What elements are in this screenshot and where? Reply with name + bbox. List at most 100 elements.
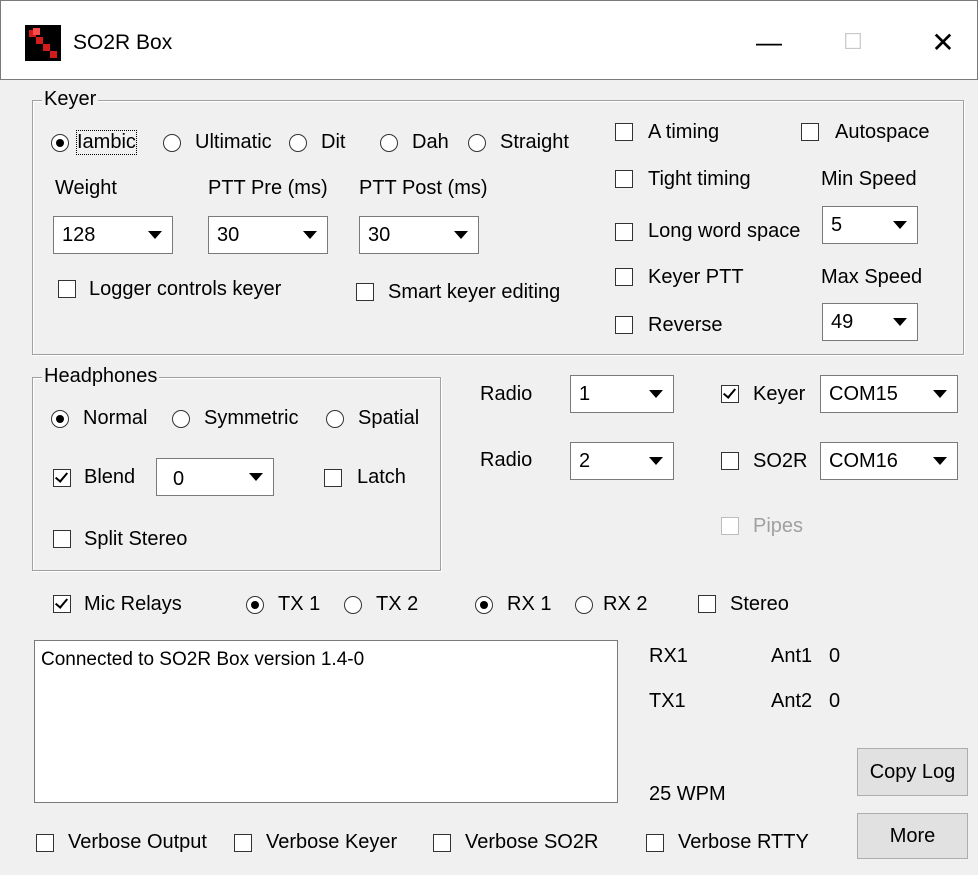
so2r-port-select[interactable]: COM16 [820,442,958,480]
copy-log-button[interactable]: Copy Log [857,748,968,796]
rx-status: RX1 [649,645,688,667]
blend-value: 0 [173,468,185,490]
a-timing-checkbox[interactable] [615,123,633,141]
logger-controls-label[interactable]: Logger controls keyer [89,278,281,301]
ptt-pre-value: 30 [217,224,240,246]
latch-label[interactable]: Latch [357,466,406,489]
minimize-button[interactable]: — [739,21,799,63]
keyer-port-checkbox[interactable] [721,385,739,403]
iambic-radio[interactable] [51,134,69,152]
verbose-output-label[interactable]: Verbose Output [68,831,207,854]
so2r-port-label[interactable]: SO2R [753,450,807,473]
normal-label[interactable]: Normal [83,407,147,430]
ultimatic-radio[interactable] [163,134,181,152]
dah-radio[interactable] [380,134,398,152]
pipes-checkbox [721,517,739,535]
blend-label[interactable]: Blend [84,466,135,489]
verbose-keyer-label[interactable]: Verbose Keyer [266,831,397,854]
chevron-down-icon[interactable] [925,378,955,410]
stereo-checkbox[interactable] [698,595,716,613]
more-button[interactable]: More [857,813,968,859]
log-textarea[interactable]: Connected to SO2R Box version 1.4-0 [34,640,618,803]
symmetric-radio[interactable] [172,410,190,428]
maximize-button[interactable]: ☐ [823,21,883,63]
chevron-down-icon[interactable] [885,306,915,338]
split-stereo-checkbox[interactable] [53,530,71,548]
ultimatic-label[interactable]: Ultimatic [195,131,272,154]
verbose-rtty-checkbox[interactable] [646,834,664,852]
blend-checkbox[interactable] [53,469,71,487]
reverse-checkbox[interactable] [615,316,633,334]
smart-editing-label[interactable]: Smart keyer editing [388,281,560,304]
ant2-label: Ant2 [771,690,813,712]
tight-timing-label[interactable]: Tight timing [648,168,751,191]
chevron-down-icon[interactable] [446,219,476,251]
ptt-pre-label: PTT Pre (ms) [208,177,328,199]
so2r-port-value: COM16 [829,450,898,472]
keyer-ptt-checkbox[interactable] [615,268,633,286]
verbose-keyer-checkbox[interactable] [234,834,252,852]
chevron-down-icon[interactable] [295,219,325,251]
normal-radio[interactable] [51,410,69,428]
ptt-pre-select[interactable]: 30 [208,216,328,254]
weight-label: Weight [55,177,117,199]
verbose-output-checkbox[interactable] [36,834,54,852]
tx1-radio[interactable] [246,596,264,614]
verbose-so2r-label[interactable]: Verbose SO2R [465,831,598,854]
chevron-down-icon[interactable] [641,378,671,410]
straight-radio[interactable] [468,134,486,152]
radio2-select[interactable]: 2 [570,442,674,480]
tx2-radio[interactable] [344,596,362,614]
iambic-label[interactable]: Iambic [76,130,137,155]
rx1-radio[interactable] [475,596,493,614]
dah-label[interactable]: Dah [412,131,449,154]
latch-checkbox[interactable] [324,469,342,487]
dit-label[interactable]: Dit [321,131,345,154]
tx2-label[interactable]: TX 2 [376,593,418,616]
logger-controls-checkbox[interactable] [58,280,76,298]
spatial-label[interactable]: Spatial [358,407,419,430]
mic-relays-checkbox[interactable] [53,595,71,613]
long-word-space-label[interactable]: Long word space [648,220,807,243]
chevron-down-icon[interactable] [925,445,955,477]
chevron-down-icon[interactable] [140,219,170,251]
wpm-status: 25 WPM [649,783,726,805]
spatial-radio[interactable] [326,410,344,428]
split-stereo-label[interactable]: Split Stereo [84,528,187,551]
straight-label[interactable]: Straight [500,131,569,154]
reverse-label[interactable]: Reverse [648,314,722,337]
radio1-select[interactable]: 1 [570,375,674,413]
tight-timing-checkbox[interactable] [615,170,633,188]
radio2-value: 2 [579,450,591,472]
ptt-post-select[interactable]: 30 [359,216,479,254]
autospace-checkbox[interactable] [801,123,819,141]
symmetric-label[interactable]: Symmetric [204,407,298,430]
verbose-so2r-checkbox[interactable] [433,834,451,852]
min-speed-select[interactable]: 5 [822,206,918,244]
min-speed-label: Min Speed [821,168,917,190]
autospace-label[interactable]: Autospace [835,121,930,144]
blend-select[interactable]: 0 [156,458,274,496]
chevron-down-icon[interactable] [641,445,671,477]
close-button[interactable]: ✕ [913,21,973,63]
smart-editing-checkbox[interactable] [356,283,374,301]
tx1-label[interactable]: TX 1 [278,593,320,616]
chevron-down-icon[interactable] [885,209,915,241]
long-word-space-checkbox[interactable] [615,223,633,241]
weight-select[interactable]: 128 [53,216,173,254]
stereo-label[interactable]: Stereo [730,593,789,616]
max-speed-select[interactable]: 49 [822,303,918,341]
a-timing-label[interactable]: A timing [648,121,719,144]
chevron-down-icon[interactable] [241,461,271,493]
keyer-port-label[interactable]: Keyer [753,383,805,406]
rx1-label[interactable]: RX 1 [507,593,551,616]
mic-relays-label[interactable]: Mic Relays [84,593,182,616]
dit-radio[interactable] [289,134,307,152]
rx2-label[interactable]: RX 2 [603,593,647,616]
keyer-port-select[interactable]: COM15 [820,375,958,413]
rx2-radio[interactable] [575,596,593,614]
keyer-ptt-label[interactable]: Keyer PTT [648,266,744,289]
min-speed-value: 5 [831,214,843,236]
verbose-rtty-label[interactable]: Verbose RTTY [678,831,809,854]
so2r-port-checkbox[interactable] [721,452,739,470]
